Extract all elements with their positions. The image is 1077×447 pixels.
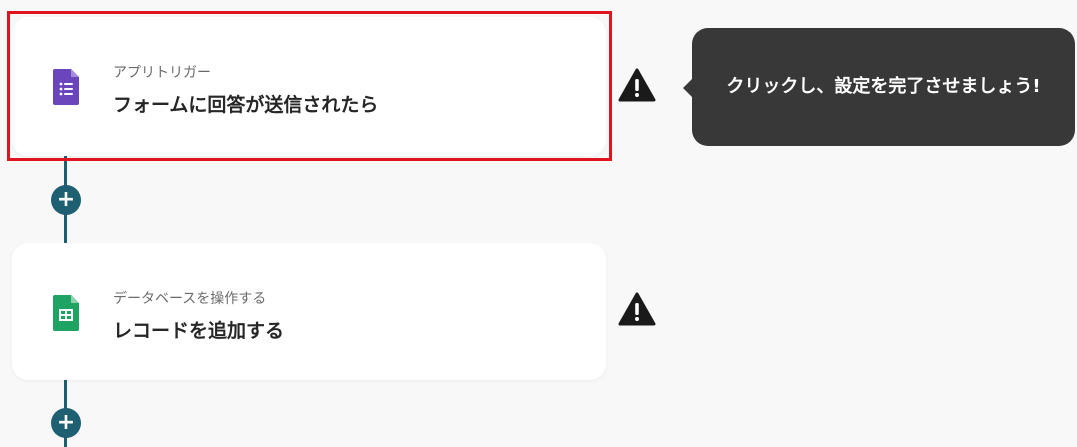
warning-icon [618, 68, 656, 102]
warning-icon [618, 292, 656, 326]
step-title: レコードを追加する [113, 320, 285, 342]
tooltip-text: クリックし、設定を完了させましょう! [726, 76, 1041, 97]
tooltip-arrow [683, 79, 692, 97]
flow-step-card-action[interactable]: データベースを操作する レコードを追加する [12, 243, 606, 380]
add-step-button[interactable]: + [51, 185, 81, 215]
step-type-label: データベースを操作する [113, 291, 267, 307]
setup-tooltip: クリックし、設定を完了させましょう! [683, 28, 1075, 146]
add-step-button[interactable]: + [51, 408, 81, 438]
selected-step-highlight [7, 11, 612, 161]
google-sheets-icon [53, 295, 79, 331]
